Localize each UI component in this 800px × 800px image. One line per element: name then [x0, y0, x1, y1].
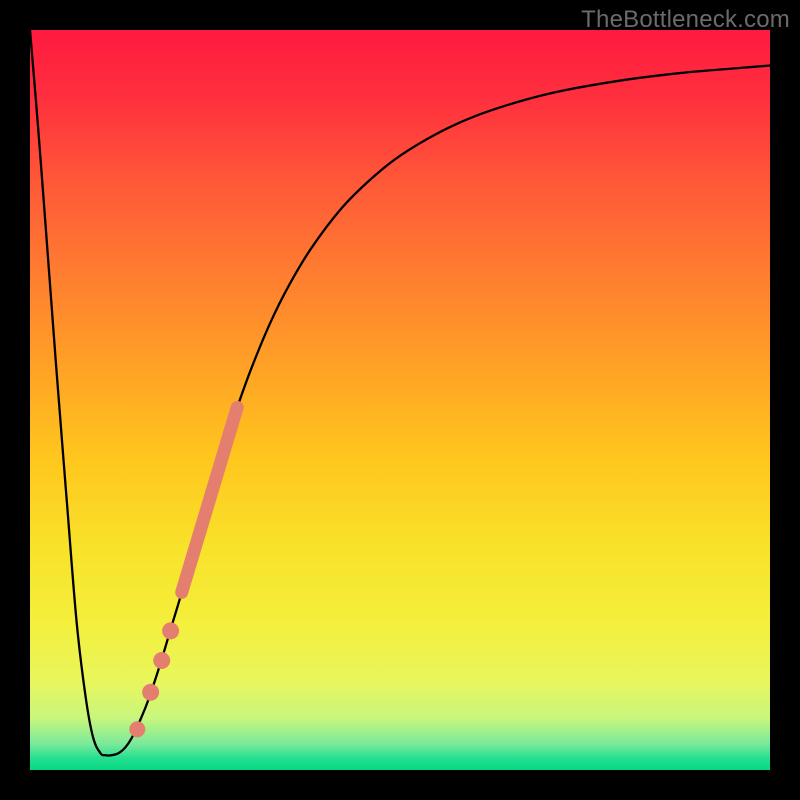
chart-frame: TheBottleneck.com: [0, 0, 800, 800]
dot-3: [153, 652, 170, 669]
gradient-background: [30, 30, 770, 770]
chart-svg: [30, 30, 770, 770]
dot-1: [129, 721, 145, 737]
dot-4: [162, 622, 179, 639]
watermark-text: TheBottleneck.com: [581, 6, 790, 34]
plot-area: [30, 30, 770, 770]
dot-2: [142, 684, 159, 701]
